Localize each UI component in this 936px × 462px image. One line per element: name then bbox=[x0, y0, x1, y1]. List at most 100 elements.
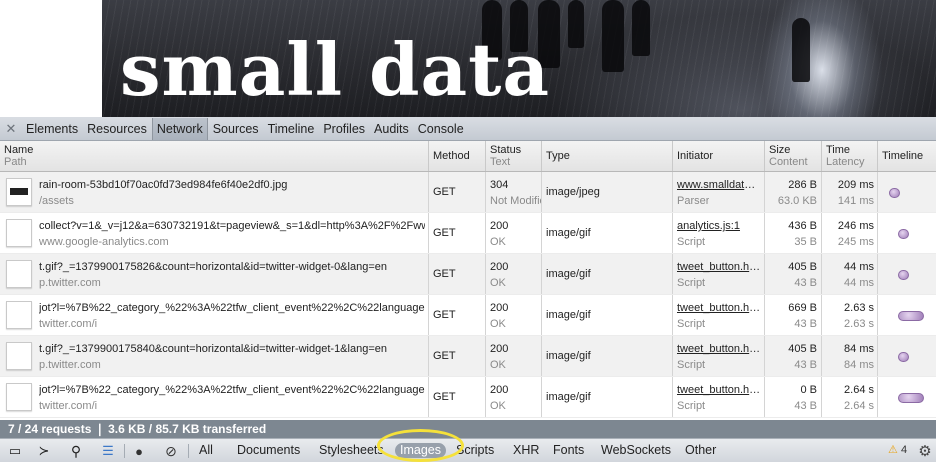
cell-timeline bbox=[878, 295, 936, 335]
initiator-link[interactable]: www.smalldata.io bbox=[677, 179, 761, 191]
cell-initiator: tweet_button.html Script bbox=[673, 336, 765, 376]
table-row[interactable]: jot?l=%7B%22_category_%22%3A%22tfw_clien… bbox=[0, 377, 936, 418]
request-size: 405 B bbox=[788, 261, 817, 273]
tab-console[interactable]: Console bbox=[414, 118, 468, 140]
cell-name: jot?l=%7B%22_category_%22%3A%22tfw_clien… bbox=[0, 295, 429, 335]
tab-network[interactable]: Network bbox=[151, 117, 208, 140]
warning-counter[interactable]: ⚠ 4 bbox=[888, 443, 907, 456]
cell-method: GET bbox=[429, 377, 486, 417]
tab-resources[interactable]: Resources bbox=[83, 118, 151, 140]
request-status: 200 bbox=[490, 261, 509, 273]
table-row[interactable]: jot?l=%7B%22_category_%22%3A%22tfw_clien… bbox=[0, 295, 936, 336]
request-method: GET bbox=[433, 186, 456, 198]
table-row[interactable]: t.gif?_=1379900175826&count=horizontal&i… bbox=[0, 254, 936, 295]
column-header-method[interactable]: Method bbox=[429, 141, 486, 171]
network-bottom-bar: ▭ ≻ ⚲ ☰ ● ⊘ All Documents Stylesheets Im… bbox=[0, 438, 936, 462]
filter-other[interactable]: Other bbox=[685, 443, 716, 457]
initiator-link[interactable]: tweet_button.html bbox=[677, 302, 761, 314]
table-row[interactable]: t.gif?_=1379900175840&count=horizontal&i… bbox=[0, 336, 936, 377]
cell-type: image/gif bbox=[542, 254, 673, 294]
record-icon[interactable]: ● bbox=[130, 442, 148, 460]
request-thumbnail bbox=[6, 383, 32, 411]
request-status-text: OK bbox=[490, 277, 506, 289]
close-icon[interactable]: ✕ bbox=[0, 121, 22, 137]
request-status: 200 bbox=[490, 343, 509, 355]
initiator-type: Script bbox=[677, 318, 706, 330]
request-time: 44 ms bbox=[844, 261, 874, 273]
cell-status: 200 OK bbox=[486, 254, 542, 294]
request-thumbnail bbox=[6, 219, 32, 247]
warning-icon: ⚠ bbox=[888, 444, 898, 456]
filter-xhr[interactable]: XHR bbox=[513, 443, 539, 457]
settings-gear-icon[interactable]: ⚙ bbox=[916, 442, 934, 460]
column-header-timeline[interactable]: Timeline bbox=[878, 141, 936, 171]
network-table: Name Path Method Status Text Type Initia… bbox=[0, 141, 936, 420]
cell-timeline bbox=[878, 213, 936, 253]
initiator-link[interactable]: tweet_button.html bbox=[677, 343, 761, 355]
tab-elements[interactable]: Elements bbox=[22, 118, 82, 140]
request-time: 84 ms bbox=[844, 343, 874, 355]
request-method: GET bbox=[433, 268, 456, 280]
clear-icon[interactable]: ⊘ bbox=[162, 442, 180, 460]
column-header-type[interactable]: Type bbox=[542, 141, 673, 171]
request-name: t.gif?_=1379900175826&count=horizontal&i… bbox=[39, 261, 387, 273]
cell-size: 669 B 43 B bbox=[765, 295, 822, 335]
cell-timeline bbox=[878, 172, 936, 212]
table-row[interactable]: rain-room-53bd10f70ac0fd73ed984fe6f40e2d… bbox=[0, 172, 936, 213]
request-thumbnail bbox=[6, 178, 32, 206]
request-latency: 44 ms bbox=[844, 277, 874, 289]
cell-size: 286 B 63.0 KB bbox=[765, 172, 822, 212]
timeline-bar bbox=[898, 270, 909, 280]
table-row[interactable]: collect?v=1&_v=j12&a=630732191&t=pagevie… bbox=[0, 213, 936, 254]
request-content-size: 43 B bbox=[794, 359, 817, 371]
column-header-initiator[interactable]: Initiator bbox=[673, 141, 765, 171]
cell-initiator: tweet_button.html Script bbox=[673, 377, 765, 417]
filter-stylesheets[interactable]: Stylesheets bbox=[319, 443, 384, 457]
tab-audits[interactable]: Audits bbox=[370, 118, 413, 140]
request-content-size: 43 B bbox=[794, 277, 817, 289]
timeline-bar bbox=[898, 229, 909, 239]
dock-icon[interactable]: ▭ bbox=[6, 442, 24, 460]
initiator-link[interactable]: analytics.js:1 bbox=[677, 220, 761, 232]
tab-timeline[interactable]: Timeline bbox=[264, 118, 319, 140]
filter-websockets[interactable]: WebSockets bbox=[601, 443, 671, 457]
cell-status: 200 OK bbox=[486, 336, 542, 376]
warning-count: 4 bbox=[900, 444, 908, 456]
initiator-type: Script bbox=[677, 400, 706, 412]
request-method: GET bbox=[433, 227, 456, 239]
search-icon[interactable]: ⚲ bbox=[66, 442, 86, 460]
request-type: image/gif bbox=[546, 227, 591, 239]
column-header-time[interactable]: Time Latency bbox=[822, 141, 878, 171]
request-name: jot?l=%7B%22_category_%22%3A%22tfw_clien… bbox=[39, 302, 425, 314]
devtools-tabbar: ✕ Elements Resources Network Sources Tim… bbox=[0, 117, 936, 141]
request-status-text: OK bbox=[490, 236, 506, 248]
request-size: 0 B bbox=[800, 384, 817, 396]
request-method: GET bbox=[433, 350, 456, 362]
filter-documents[interactable]: Documents bbox=[237, 443, 300, 457]
cell-type: image/gif bbox=[542, 377, 673, 417]
cell-type: image/gif bbox=[542, 295, 673, 335]
request-content-size: 35 B bbox=[794, 236, 817, 248]
request-latency: 2.63 s bbox=[844, 318, 874, 330]
filter-fonts[interactable]: Fonts bbox=[553, 443, 584, 457]
initiator-link[interactable]: tweet_button.html bbox=[677, 384, 761, 396]
column-header-size[interactable]: Size Content bbox=[765, 141, 822, 171]
images-filter-highlight bbox=[377, 429, 464, 462]
request-status-text: OK bbox=[490, 318, 506, 330]
timeline-bar bbox=[898, 352, 909, 362]
console-drawer-icon[interactable]: ≻ bbox=[34, 442, 54, 460]
request-method: GET bbox=[433, 391, 456, 403]
tab-profiles[interactable]: Profiles bbox=[319, 118, 369, 140]
tab-sources[interactable]: Sources bbox=[209, 118, 263, 140]
request-path: twitter.com/i bbox=[39, 318, 98, 330]
list-view-icon[interactable]: ☰ bbox=[98, 442, 118, 460]
cell-name: t.gif?_=1379900175840&count=horizontal&i… bbox=[0, 336, 429, 376]
request-latency: 84 ms bbox=[844, 359, 874, 371]
request-type: image/jpeg bbox=[546, 186, 600, 198]
column-header-name[interactable]: Name Path bbox=[0, 141, 429, 171]
initiator-link[interactable]: tweet_button.html bbox=[677, 261, 761, 273]
filter-all[interactable]: All bbox=[199, 443, 213, 457]
column-header-status[interactable]: Status Text bbox=[486, 141, 542, 171]
cell-time: 44 ms 44 ms bbox=[822, 254, 878, 294]
request-path: www.google-analytics.com bbox=[39, 236, 169, 248]
